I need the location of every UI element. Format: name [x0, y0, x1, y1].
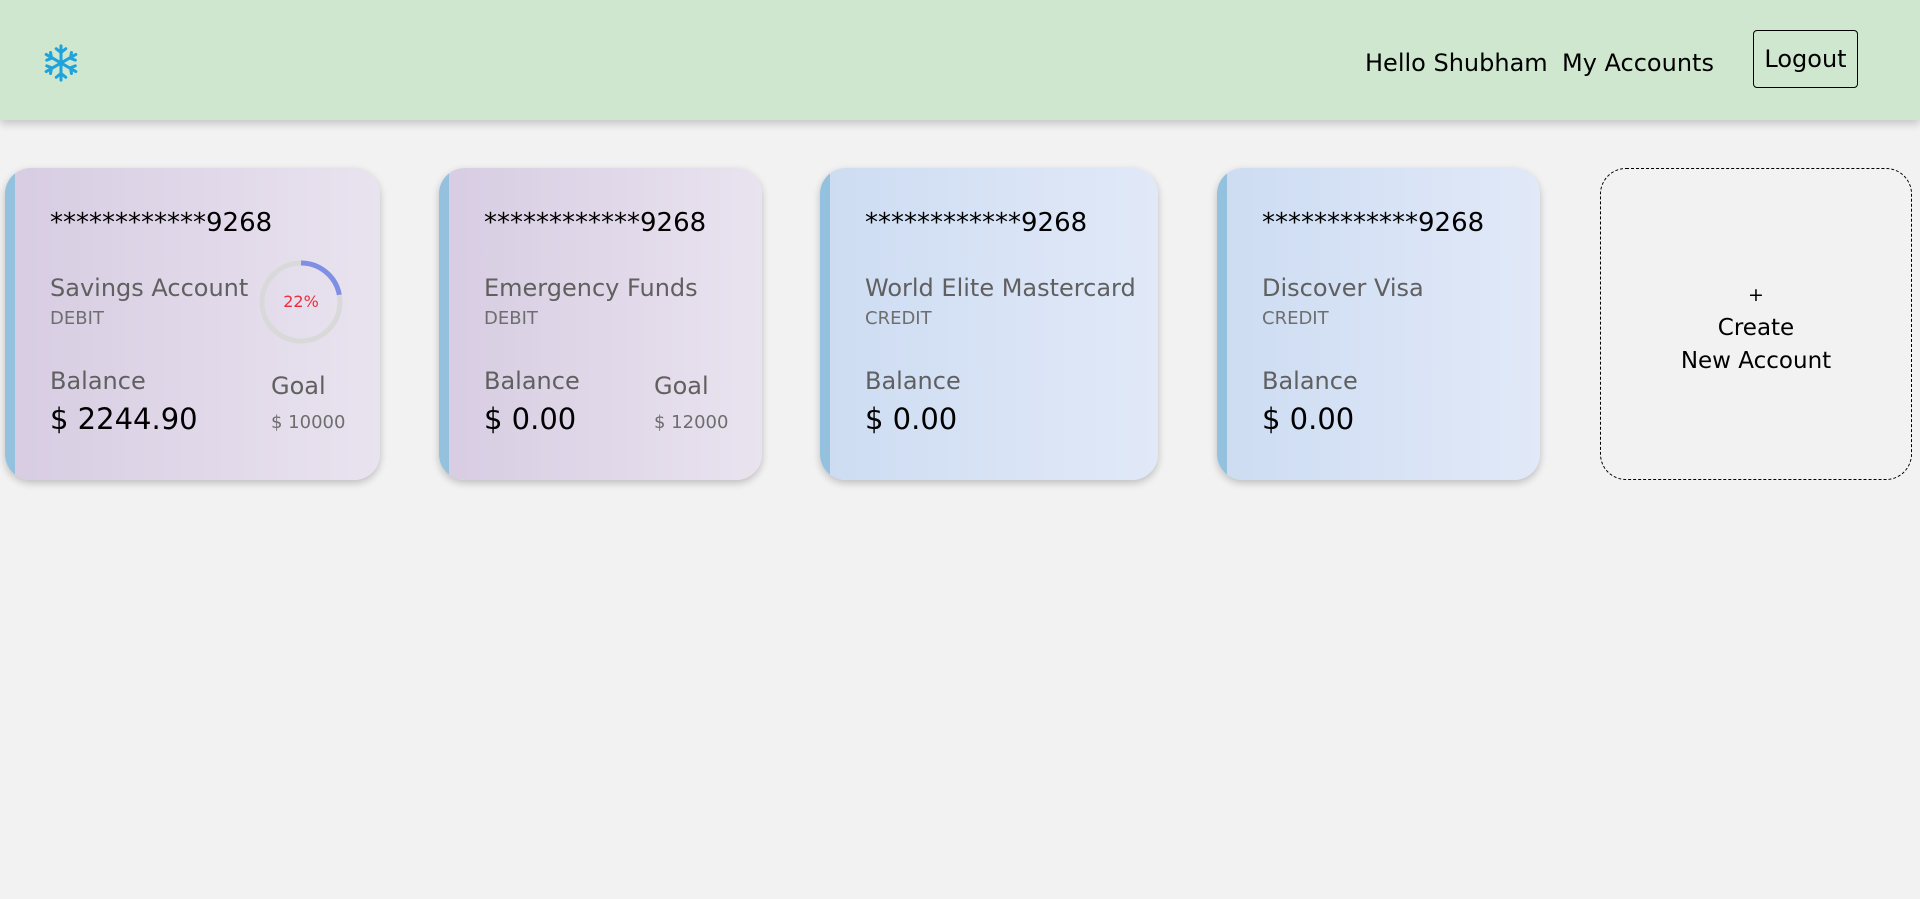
- goal-value: $ 12000: [654, 412, 729, 433]
- account-name: Discover Visa: [1262, 274, 1424, 302]
- balance-label: Balance: [50, 367, 146, 395]
- account-number: ************9268: [1262, 208, 1485, 238]
- account-card-savings[interactable]: ************9268 Savings Account DEBIT 2…: [5, 168, 380, 480]
- goal-label: Goal: [654, 372, 709, 400]
- top-header: Hello Shubham My Accounts Logout: [0, 0, 1920, 120]
- account-number: ************9268: [865, 208, 1088, 238]
- create-label-line2: New Account: [1680, 348, 1832, 374]
- account-card-discover-visa[interactable]: ************9268 Discover Visa CREDIT Ba…: [1217, 168, 1540, 480]
- snowflake-icon[interactable]: [42, 44, 80, 82]
- account-card-world-elite-mastercard[interactable]: ************9268 World Elite Mastercard …: [820, 168, 1158, 480]
- account-card-emergency-funds[interactable]: ************9268 Emergency Funds DEBIT B…: [439, 168, 762, 480]
- account-type: DEBIT: [484, 308, 538, 329]
- account-type: DEBIT: [50, 308, 104, 329]
- goal-label: Goal: [271, 372, 326, 400]
- balance-value: $ 2244.90: [50, 402, 198, 436]
- balance-value: $ 0.00: [484, 402, 577, 436]
- create-new-account-button[interactable]: + Create New Account: [1600, 168, 1912, 480]
- create-label-line1: Create: [1717, 315, 1795, 341]
- balance-label: Balance: [1262, 367, 1358, 395]
- account-name: Emergency Funds: [484, 274, 698, 302]
- account-number: ************9268: [50, 208, 273, 238]
- balance-value: $ 0.00: [1262, 402, 1355, 436]
- account-type: CREDIT: [865, 308, 932, 329]
- goal-progress-text: 22%: [283, 292, 319, 311]
- my-accounts-link[interactable]: My Accounts: [1562, 48, 1714, 78]
- balance-label: Balance: [484, 367, 580, 395]
- greeting-link[interactable]: Hello Shubham: [1365, 48, 1548, 78]
- logout-button[interactable]: Logout: [1753, 30, 1858, 88]
- goal-value: $ 10000: [271, 412, 346, 433]
- account-number: ************9268: [484, 208, 707, 238]
- create-account-label: + Create New Account: [1601, 279, 1911, 378]
- account-name: World Elite Mastercard: [865, 274, 1136, 302]
- balance-value: $ 0.00: [865, 402, 958, 436]
- account-name: Savings Account: [50, 274, 249, 302]
- account-type: CREDIT: [1262, 308, 1329, 329]
- plus-icon: +: [1748, 284, 1764, 306]
- balance-label: Balance: [865, 367, 961, 395]
